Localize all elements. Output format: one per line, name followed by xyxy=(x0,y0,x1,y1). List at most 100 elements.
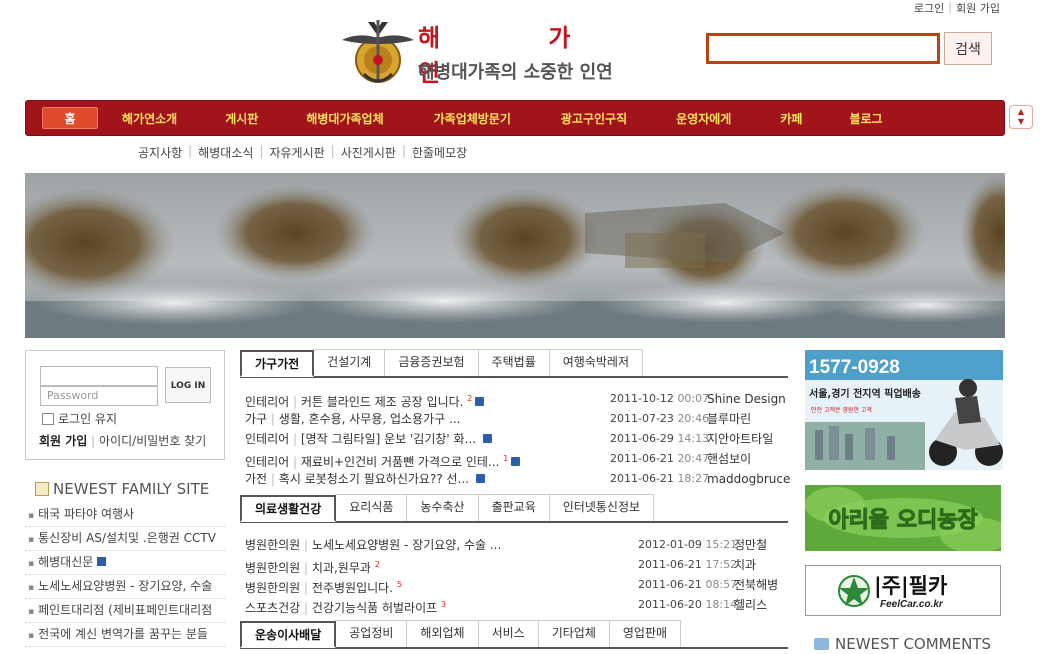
nav-item-ads-jobs[interactable]: 광고구인구직 xyxy=(561,110,627,127)
post-date: 2011-06-21 18:27 xyxy=(610,472,710,485)
search-button[interactable]: 검색 xyxy=(944,32,992,65)
ad-banner-ariul-farm[interactable]: 아리울 오디농장 xyxy=(805,485,1001,551)
nav-item-cafe[interactable]: 카페 xyxy=(780,110,802,127)
family-site-title: NEWEST FAMILY SITE xyxy=(53,480,210,498)
banner-landing-image xyxy=(25,173,1005,338)
main-nav: 홈 해가연소개 게시판 해병대가족업체 가족업체방문기 광고구인구직 운영자에게… xyxy=(25,100,1005,136)
join-link[interactable]: 회원 가입 xyxy=(39,434,87,448)
ad3-text: |주|필카 xyxy=(874,574,948,599)
tab-finance[interactable]: 금융증권보험 xyxy=(384,349,479,376)
attachment-icon xyxy=(475,474,485,483)
subnav-notice[interactable]: 공지사항 xyxy=(132,144,188,161)
tab-construction[interactable]: 건설기계 xyxy=(313,349,386,376)
table-row[interactable]: 인테리어 | 재료비+인건비 거품뺀 가격으로 인테... 1 2011-06-… xyxy=(240,449,788,469)
divider: | xyxy=(948,0,953,13)
nav-item-to-admin[interactable]: 운영자에게 xyxy=(676,110,731,127)
username-input[interactable] xyxy=(40,366,158,386)
post-title[interactable]: 병원한의원 | 노세노세요양병원 - 장기요양, 수술 ... xyxy=(245,535,501,555)
post-list-1: 인테리어 | 커튼 블라인드 제조 공장 입니다. 2 2011-10-12 0… xyxy=(240,389,791,489)
post-title[interactable]: 인테리어 | [명작 그림타일] 운보 '김기창' 화... xyxy=(245,429,492,449)
post-title[interactable]: 스포츠건강 | 건강기능식품 허벌라이프 3 xyxy=(245,595,446,618)
family-site-heading: NEWEST FAMILY SITE xyxy=(35,480,209,498)
table-row[interactable]: 인테리어 | 커튼 블라인드 제조 공장 입니다. 2 2011-10-12 0… xyxy=(240,389,788,409)
ad2-text: 아리울 오디농장 xyxy=(828,508,977,533)
bullet-icon: ▪ xyxy=(28,511,35,521)
post-author: 전북해병 xyxy=(734,578,779,592)
newest-comments-title: NEWEST COMMENTS xyxy=(835,635,992,653)
list-item[interactable]: ▪ 해병대신문 xyxy=(25,551,225,575)
note-pencil-icon xyxy=(35,482,49,496)
tab-transport[interactable]: 운송이사배달 xyxy=(240,621,337,648)
table-row[interactable]: 스포츠건강 | 건강기능식품 허벌라이프 3 2011-06-20 18:14 … xyxy=(240,595,788,615)
post-title[interactable]: 가전 | 혹시 로봇청소기 필요하신가요?? 선... xyxy=(245,469,485,489)
tab-overseas[interactable]: 해외업체 xyxy=(406,620,479,647)
tab-furniture-appliance[interactable]: 가구가전 xyxy=(240,350,315,377)
logo-subtitle: 해병대가족의 소중한 인연 xyxy=(418,62,613,83)
post-author: 헬리스 xyxy=(734,598,768,612)
table-row[interactable]: 병원한의원 | 전주병원입니다. 5 2011-06-21 08:57 전북해병 xyxy=(240,575,788,595)
password-input[interactable]: Password xyxy=(40,386,158,406)
site-logo[interactable]: 해 가 연 해병대가족의 소중한 인연 xyxy=(338,12,658,92)
search-input[interactable] xyxy=(706,33,940,64)
login-links: 회원 가입 | 아이디/비밀번호 찾기 xyxy=(39,432,206,449)
subnav-memo[interactable]: 한줄메모장 xyxy=(406,144,473,161)
keep-login-label: 로그인 유지 xyxy=(58,412,118,426)
ad-farm-graphic: 아리울 오디농장 xyxy=(805,485,1001,551)
list-item[interactable]: ▪ 노세노세요양병원 - 장기요양, 수술 xyxy=(25,575,225,599)
category-tabs-2: 의료생활건강 요리식품 농수축산 출판교육 인터넷통신정보 xyxy=(240,494,788,523)
tab-internet[interactable]: 인터넷통신정보 xyxy=(548,494,655,521)
attachment-icon xyxy=(482,434,492,443)
list-item[interactable]: ▪ 페인트대리점 (제비표페인트대리점 xyxy=(25,599,225,623)
table-row[interactable]: 병원한의원 | 노세노세요양병원 - 장기요양, 수술 ... 2012-01-… xyxy=(240,535,788,555)
nav-item-company-visits[interactable]: 가족업체방문기 xyxy=(434,110,511,127)
attachment-icon xyxy=(475,397,485,406)
post-title[interactable]: 가구 | 생활, 혼수용, 사무용, 업소용가구 ... xyxy=(245,409,460,429)
login-button[interactable]: LOG IN xyxy=(165,367,211,403)
attachment-icon xyxy=(97,557,107,566)
table-row[interactable]: 병원한의원 | 치과,원무과 2 2011-06-21 17:52 치과 xyxy=(240,555,788,575)
subnav-free-board[interactable]: 자유게시판 xyxy=(263,144,330,161)
nav-item-board[interactable]: 게시판 xyxy=(225,110,258,127)
post-list-2: 병원한의원 | 노세노세요양병원 - 장기요양, 수술 ... 2012-01-… xyxy=(240,535,788,615)
list-item[interactable]: ▪ 전국에 계신 변역가를 꿈꾸는 분들 xyxy=(25,623,225,647)
ad1-line2: 안전 고객은 영원한 고객 xyxy=(811,406,872,414)
post-author: maddogbruce xyxy=(707,472,791,486)
table-row[interactable]: 인테리어 | [명작 그림타일] 운보 '김기창' 화... 2011-06-2… xyxy=(240,429,788,449)
tab-agriculture[interactable]: 농수축산 xyxy=(406,494,479,521)
top-links: 로그인 | 회원 가입 xyxy=(914,0,1000,16)
ad-delivery-graphic: 1577-0928 서울,경기 전지역 픽업배송 안전 고객은 영원한 고객 xyxy=(805,350,1003,470)
tab-other[interactable]: 기타업체 xyxy=(537,620,610,647)
login-link[interactable]: 로그인 xyxy=(914,0,944,16)
tab-education[interactable]: 출판교육 xyxy=(477,494,550,521)
find-account-link[interactable]: 아이디/비밀번호 찾기 xyxy=(99,434,206,448)
ad-banner-feelcar[interactable]: |주|필카 FeelCar.co.kr xyxy=(805,565,1001,616)
list-item[interactable]: ▪ 태국 파타야 여행사 xyxy=(25,503,225,527)
nav-item-blog[interactable]: 블로그 xyxy=(849,110,882,127)
signup-link[interactable]: 회원 가입 xyxy=(956,0,1000,16)
tab-travel[interactable]: 여행숙박레저 xyxy=(548,349,644,376)
table-row[interactable]: 가구 | 생활, 혼수용, 사무용, 업소용가구 ... 2011-07-23 … xyxy=(240,409,788,429)
post-author: 치과 xyxy=(734,558,757,572)
table-row[interactable]: 가전 | 혹시 로봇청소기 필요하신가요?? 선... 2011-06-21 1… xyxy=(240,469,791,489)
tab-sales[interactable]: 영업판매 xyxy=(608,620,682,647)
tab-housing-law[interactable]: 주택법률 xyxy=(477,349,550,376)
subnav-photo-board[interactable]: 사진게시판 xyxy=(335,144,402,161)
list-item[interactable]: ▪ 통신장비 AS/설치및 .은행권 CCTV xyxy=(25,527,225,551)
tab-medical-health[interactable]: 의료생활건강 xyxy=(240,495,337,522)
subnav-marine-news[interactable]: 해병대소식 xyxy=(192,144,259,161)
post-author: 블루마린 xyxy=(707,412,752,426)
keep-login-checkbox[interactable] xyxy=(42,413,54,425)
list-item-label: 태국 파타야 여행사 xyxy=(38,507,135,521)
tab-industrial[interactable]: 공업정비 xyxy=(335,620,408,647)
tab-food[interactable]: 요리식품 xyxy=(335,494,408,521)
post-author: Shine Design xyxy=(707,392,786,406)
nav-scroll-arrows-icon[interactable]: ▲ ▼ xyxy=(1009,105,1033,129)
tab-service[interactable]: 서비스 xyxy=(477,620,539,647)
ad-banner-quick-delivery[interactable]: 1577-0928 서울,경기 전지역 픽업배송 안전 고객은 영원한 고객 xyxy=(805,350,1003,470)
post-date: 2011-06-21 08:57 xyxy=(638,578,738,591)
nav-item-family-companies[interactable]: 해병대가족업체 xyxy=(306,110,383,127)
divider: | xyxy=(91,434,96,448)
keep-login[interactable]: 로그인 유지 xyxy=(42,410,117,427)
nav-item-intro[interactable]: 해가연소개 xyxy=(122,110,177,127)
nav-home[interactable]: 홈 xyxy=(42,107,98,129)
